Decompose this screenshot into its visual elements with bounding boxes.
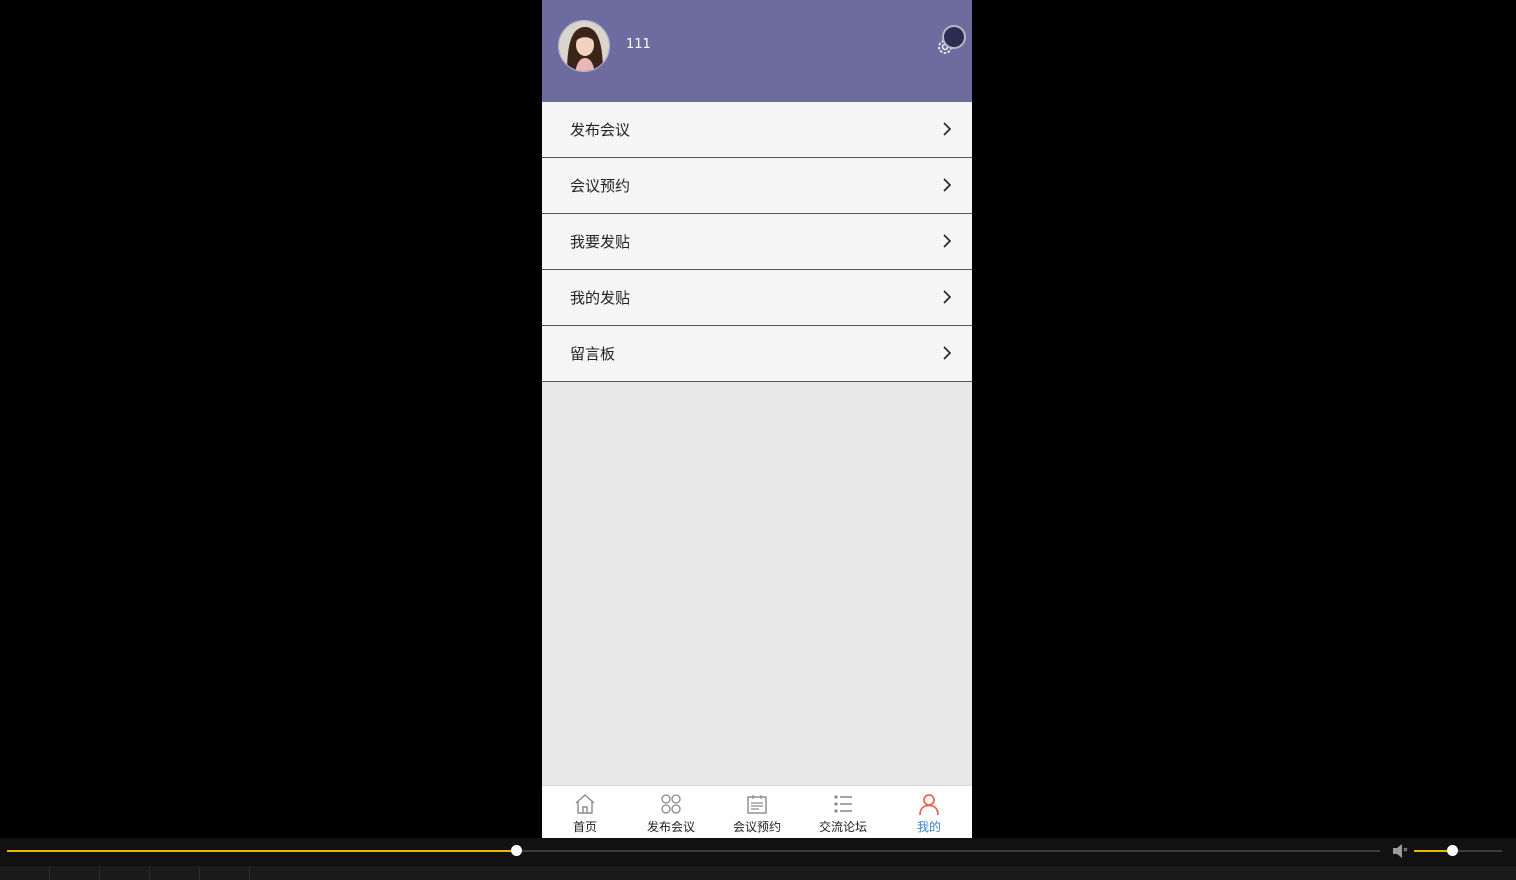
tab-mine[interactable]: 我的 (886, 786, 972, 838)
menu-item-publish-meeting[interactable]: 发布会议 (542, 102, 972, 158)
phone-screen: 111 发布会议 会议预约 我要发贴 我的发贴 留言板 首页 发布会议 会议预约… (542, 0, 972, 838)
user-icon (919, 794, 939, 816)
chevron-right-icon (943, 234, 952, 248)
menu-item-label: 会议预约 (570, 177, 631, 195)
volume-icon[interactable] (1391, 843, 1409, 859)
chevron-right-icon (943, 290, 952, 304)
menu-item-label: 我的发贴 (570, 289, 631, 307)
seek-bar-handle[interactable] (510, 845, 522, 856)
bottom-tab-bar: 首页 发布会议 会议预约 交流论坛 我的 (542, 785, 972, 838)
tab-label: 首页 (572, 820, 597, 834)
menu-item-label: 我要发贴 (570, 233, 631, 251)
menu-item-message-board[interactable]: 留言板 (542, 326, 972, 382)
tab-label: 我的 (916, 820, 941, 834)
list-icon (834, 795, 852, 813)
tab-label: 发布会议 (646, 820, 695, 834)
strip-segment (150, 866, 200, 880)
menu-item-new-post[interactable]: 我要发贴 (542, 214, 972, 270)
tab-label: 会议预约 (732, 820, 781, 834)
chevron-right-icon (943, 346, 952, 360)
menu-item-label: 留言板 (570, 345, 616, 363)
bottom-strip (0, 866, 1516, 880)
profile-header: 111 (542, 0, 972, 102)
tab-publish-meeting[interactable]: 发布会议 (628, 786, 714, 838)
chevron-right-icon (943, 122, 952, 136)
strip-segment (200, 866, 250, 880)
tab-forum[interactable]: 交流论坛 (800, 786, 886, 838)
username: 111 (626, 37, 651, 52)
floating-assistive-button[interactable] (942, 25, 966, 49)
grid-icon (661, 794, 681, 814)
calendar-icon (747, 795, 767, 814)
menu-item-my-posts[interactable]: 我的发贴 (542, 270, 972, 326)
home-icon (575, 794, 595, 814)
menu-item-label: 发布会议 (570, 121, 631, 139)
seek-bar-progress (7, 850, 517, 852)
tab-home[interactable]: 首页 (542, 786, 628, 838)
menu-item-meeting-booking[interactable]: 会议预约 (542, 158, 972, 214)
menu-list: 发布会议 会议预约 我要发贴 我的发贴 留言板 (542, 102, 972, 382)
avatar[interactable] (558, 20, 610, 72)
chevron-right-icon (943, 178, 952, 192)
strip-segment (0, 866, 50, 880)
tab-meeting-booking[interactable]: 会议预约 (714, 786, 800, 838)
strip-segment (100, 866, 150, 880)
strip-segment (50, 866, 100, 880)
tab-label: 交流论坛 (818, 820, 867, 834)
